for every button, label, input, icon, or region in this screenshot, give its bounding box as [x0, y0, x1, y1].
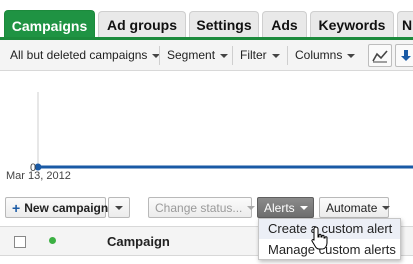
filter-label: Filter: [240, 48, 267, 62]
tab-more[interactable]: N: [397, 11, 413, 38]
tab-campaigns-label: Campaigns: [11, 17, 88, 34]
tab-campaigns[interactable]: Campaigns: [4, 10, 95, 40]
chevron-down-icon: [271, 53, 280, 58]
columns-label: Columns: [295, 48, 343, 62]
plus-icon: +: [12, 199, 21, 216]
toolbar-divider: [159, 46, 160, 65]
filter-dropdown[interactable]: Filter: [240, 48, 280, 62]
tab-ad-groups-label: Ad groups: [107, 17, 177, 33]
change-status-label: Change status...: [155, 200, 243, 215]
tab-settings-label: Settings: [196, 17, 252, 33]
new-campaign-options-button[interactable]: [108, 197, 130, 218]
automate-label: Automate: [326, 200, 378, 215]
chevron-down-icon: [247, 205, 256, 210]
chart-canvas: 0 Mar 13, 2012: [6, 92, 413, 182]
tab-keywords-label: Keywords: [318, 17, 386, 33]
chevron-down-icon: [299, 205, 308, 210]
filter-toolbar: All but deleted campaigns Segment Filter…: [0, 40, 413, 71]
line-chart-icon: [372, 49, 388, 62]
alerts-button[interactable]: Alerts: [257, 197, 314, 218]
chevron-down-icon: [220, 53, 229, 58]
tab-more-label: N: [402, 17, 413, 33]
download-icon: [401, 49, 411, 61]
status-dot-icon: [49, 237, 56, 244]
main-tab-bar: Campaigns Ad groups Settings Ads Keyword…: [0, 0, 413, 40]
columns-dropdown[interactable]: Columns: [295, 48, 356, 62]
automate-button[interactable]: Automate: [319, 197, 391, 218]
alerts-label: Alerts: [264, 200, 295, 215]
performance-chart: 0 Mar 13, 2012: [0, 72, 413, 185]
chart-date-label: Mar 13, 2012: [6, 170, 71, 182]
tab-settings[interactable]: Settings: [189, 11, 259, 38]
chevron-down-icon: [347, 53, 356, 58]
new-campaign-button[interactable]: + New campaign: [5, 197, 109, 218]
change-status-button[interactable]: Change status...: [148, 197, 256, 218]
select-all-checkbox[interactable]: [14, 236, 26, 248]
tab-ads-label: Ads: [271, 17, 298, 33]
download-button[interactable]: [395, 44, 413, 67]
mouse-cursor-icon: [311, 226, 328, 250]
campaign-filter-label: All but deleted campaigns: [10, 48, 148, 62]
tab-keywords[interactable]: Keywords: [310, 11, 394, 38]
tab-ads[interactable]: Ads: [262, 11, 307, 38]
chevron-down-icon: [382, 205, 391, 210]
chevron-down-icon: [115, 205, 123, 210]
tab-ad-groups[interactable]: Ad groups: [98, 11, 186, 38]
toolbar-divider: [287, 46, 288, 65]
toolbar-divider: [232, 46, 233, 65]
new-campaign-label: New campaign: [24, 200, 109, 215]
segment-dropdown[interactable]: Segment: [167, 48, 229, 62]
campaign-filter-dropdown[interactable]: All but deleted campaigns: [10, 48, 161, 62]
chart-toggle-button[interactable]: [368, 44, 392, 67]
campaign-column-header[interactable]: Campaign: [107, 234, 170, 249]
segment-label: Segment: [167, 48, 216, 62]
